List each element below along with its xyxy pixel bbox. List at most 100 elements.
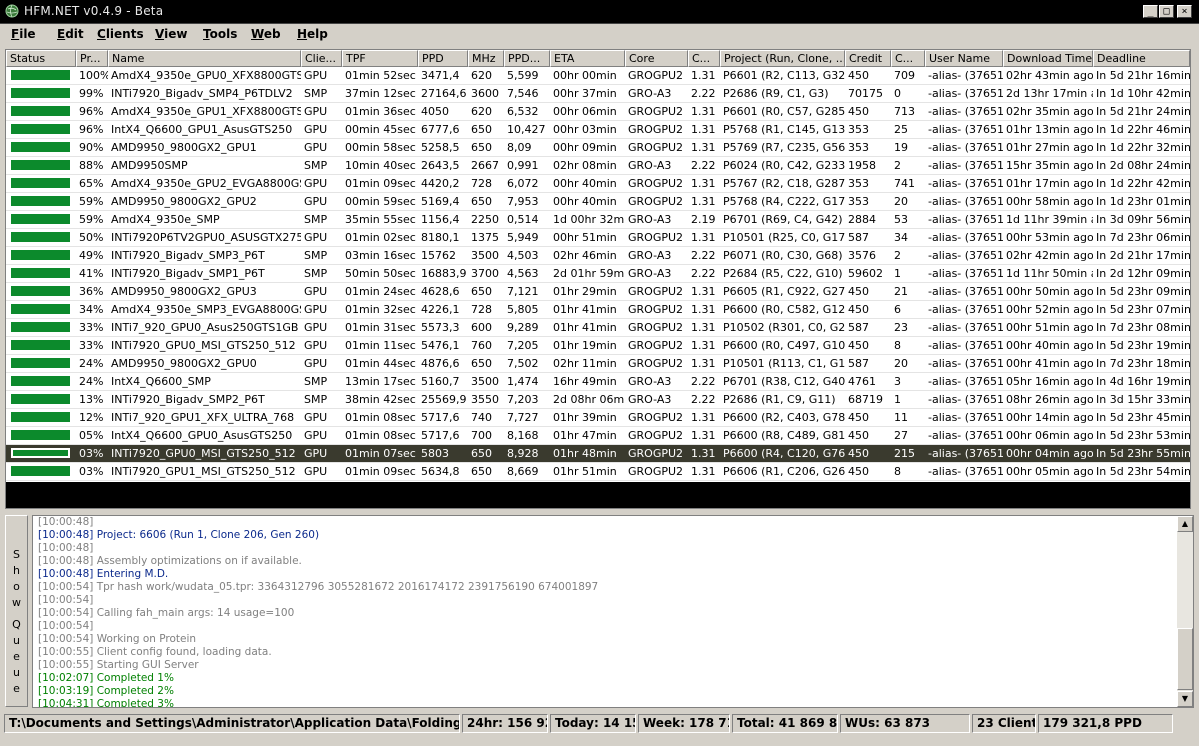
close-button[interactable]: ×	[1177, 5, 1192, 18]
cell-ppd: 5634,8	[421, 465, 460, 478]
column-header-eta[interactable]: ETA	[550, 50, 625, 67]
cell-tpf: 01min 09sec	[345, 465, 416, 478]
column-header-ppd-mhz[interactable]: PPD...	[504, 50, 550, 67]
column-header-user-name[interactable]: User Name	[925, 50, 1003, 67]
status-indicator	[11, 376, 70, 386]
log-scrollbar[interactable]: ▲ ▼	[1177, 516, 1193, 707]
column-header-status[interactable]: Status	[6, 50, 76, 67]
cell-core: GROGPU2	[628, 339, 684, 352]
log-panel[interactable]: [10:00:48] [10:00:48] Project: 6606 (Run …	[32, 515, 1194, 708]
cell-completed: 1	[894, 267, 901, 280]
column-header-client-type[interactable]: Clie...	[301, 50, 342, 67]
log-line: [10:00:55] Client config found, loading …	[38, 646, 272, 658]
status-cell	[6, 283, 76, 300]
column-header-completed[interactable]: C...	[891, 50, 925, 67]
cell-download-time: 00hr 51min ago	[1006, 321, 1093, 334]
column-header-name[interactable]: Name	[108, 50, 301, 67]
table-row[interactable]: 13% INTi7920_Bigadv_SMP2_P6T SMP 38min 42se…	[6, 391, 1190, 409]
table-row[interactable]: 96% AmdX4_9350e_GPU1_XFX8800GTS GPU 01min 3…	[6, 103, 1190, 121]
column-header-deadline[interactable]: Deadline	[1093, 50, 1190, 67]
menu-view[interactable]: View	[155, 27, 187, 41]
table-row[interactable]: 05% IntX4_Q6600_GPU0_AsusGTS250 GPU 01min 0…	[6, 427, 1190, 445]
table-row[interactable]: 65% AmdX4_9350e_GPU2_EVGA8800GS GPU 01min 0…	[6, 175, 1190, 193]
cell-progress: 36%	[79, 285, 104, 298]
cell-deadline: In 3d 15hr 33min	[1096, 393, 1190, 406]
cell-mhz: 3500	[471, 249, 499, 262]
table-row[interactable]: 24% AMD9950_9800GX2_GPU0 GPU 01min 44sec 487…	[6, 355, 1190, 373]
column-header-ppd[interactable]: PPD	[418, 50, 468, 67]
cell-eta: 01hr 39min	[553, 411, 617, 424]
column-header-core[interactable]: Core	[625, 50, 688, 67]
cell-eta: 1d 00hr 32min	[553, 213, 625, 226]
cell-project: P6600 (R2, C403, G78)	[723, 411, 845, 424]
table-row[interactable]: 50% INTi7920P6TV2GPU0_ASUSGTX275 GPU 01min …	[6, 229, 1190, 247]
scroll-up-arrow-icon[interactable]: ▲	[1177, 516, 1193, 532]
cell-name: AmdX4_9350e_GPU1_XFX8800GTS	[111, 105, 301, 118]
cell-ppd: 5476,1	[421, 339, 460, 352]
show-queue-letter: Q	[12, 618, 21, 631]
cell-credit: 3576	[848, 249, 876, 262]
column-header-mhz[interactable]: MHz	[468, 50, 504, 67]
cell-mhz: 740	[471, 411, 492, 424]
cell-ppd-mhz: 8,669	[507, 465, 539, 478]
column-header-core-version[interactable]: C...	[688, 50, 720, 67]
menu-clients[interactable]: Clients	[97, 27, 144, 41]
show-queue-button[interactable]: ShowQueue	[5, 515, 28, 707]
table-row[interactable]: 41% INTi7920_Bigadv_SMP1_P6T SMP 50min 50se…	[6, 265, 1190, 283]
table-row[interactable]: 59% AMD9950_9800GX2_GPU2 GPU 00min 59sec 516…	[6, 193, 1190, 211]
column-header-tpf[interactable]: TPF	[342, 50, 418, 67]
cell-ppd: 5573,3	[421, 321, 460, 334]
table-row[interactable]: 36% AMD9950_9800GX2_GPU3 GPU 01min 24sec 462…	[6, 283, 1190, 301]
cell-credit: 353	[848, 195, 869, 208]
table-row[interactable]: 90% AMD9950_9800GX2_GPU1 GPU 00min 58sec 525…	[6, 139, 1190, 157]
table-row[interactable]: 33% INTi7920_GPU0_MSI_GTS250_512 GPU 01min …	[6, 337, 1190, 355]
column-header-project[interactable]: Project (Run, Clone, ...	[720, 50, 845, 67]
table-row[interactable]: 88% AMD9950SMP SMP 10min 40sec 2643,5 2667 0,9…	[6, 157, 1190, 175]
cell-user-name: -alias- (37651)	[928, 177, 1003, 190]
cell-completed: 8	[894, 465, 901, 478]
menu-edit[interactable]: Edit	[57, 27, 84, 41]
scroll-down-arrow-icon[interactable]: ▼	[1177, 691, 1193, 707]
table-row[interactable]: 24% IntX4_Q6600_SMP SMP 13min 17sec 5160,7 35…	[6, 373, 1190, 391]
cell-user-name: -alias- (37651)	[928, 249, 1003, 262]
cell-credit: 353	[848, 177, 869, 190]
table-row[interactable]: 12% INTi7_920_GPU1_XFX_ULTRA_768 GPU 01min …	[6, 409, 1190, 427]
maximize-button[interactable]: □	[1159, 5, 1174, 18]
cell-core-version: 1.31	[691, 447, 716, 460]
scroll-thumb[interactable]	[1177, 628, 1193, 690]
column-header-download-time[interactable]: Download Time	[1003, 50, 1093, 67]
cell-tpf: 01min 24sec	[345, 285, 416, 298]
table-row[interactable]: 96% IntX4_Q6600_GPU1_AsusGTS250 GPU 00min 4…	[6, 121, 1190, 139]
menu-tools[interactable]: Tools	[203, 27, 237, 41]
table-row[interactable]: 34% AmdX4_9350e_SMP3_EVGA8800GS GPU 01min 3…	[6, 301, 1190, 319]
cell-deadline: In 5d 21hr 24min	[1096, 105, 1190, 118]
menu-web[interactable]: Web	[251, 27, 281, 41]
grid-empty-area	[6, 482, 1190, 508]
table-row[interactable]: 33% INTi7_920_GPU0_Asus250GTS1GB GPU 01min …	[6, 319, 1190, 337]
cell-download-time: 02hr 35min ago	[1006, 105, 1093, 118]
cell-user-name: -alias- (37651)	[928, 87, 1003, 100]
table-row[interactable]: 03% INTi7920_GPU1_MSI_GTS250_512 GPU 01min …	[6, 463, 1190, 481]
minimize-button[interactable]: _	[1143, 5, 1158, 18]
status-indicator	[11, 142, 70, 152]
column-header-credit[interactable]: Credit	[845, 50, 891, 67]
cell-mhz: 3700	[471, 267, 499, 280]
status-indicator	[11, 340, 70, 350]
app-globe-icon	[5, 4, 19, 18]
cell-download-time: 00hr 14min ago	[1006, 411, 1093, 424]
table-row[interactable]: 03% INTi7920_GPU0_MSI_GTS250_512 GPU 01min …	[6, 445, 1190, 463]
table-row[interactable]: 49% INTi7920_Bigadv_SMP3_P6T SMP 03min 16se…	[6, 247, 1190, 265]
table-row[interactable]: 99% INTi7920_Bigadv_SMP4_P6TDLV2 SMP 37min …	[6, 85, 1190, 103]
menu-file[interactable]: File	[11, 27, 36, 41]
log-line: [10:00:48] Assembly optimizations on if …	[38, 555, 302, 567]
cell-deadline: In 5d 21hr 16min	[1096, 69, 1190, 82]
cell-ppd-mhz: 8,928	[507, 447, 539, 460]
table-row[interactable]: 100% AmdX4_9350e_GPU0_XFX8800GTS GPU 01min …	[6, 67, 1190, 85]
column-header-progress[interactable]: Pr...	[76, 50, 108, 67]
cell-download-time: 00hr 52min ago	[1006, 303, 1093, 316]
table-row[interactable]: 59% AmdX4_9350e_SMP SMP 35min 55sec 1156,4 22…	[6, 211, 1190, 229]
menu-help[interactable]: Help	[297, 27, 328, 41]
cell-name: INTi7_920_GPU1_XFX_ULTRA_768	[111, 411, 295, 424]
cell-mhz: 728	[471, 177, 492, 190]
cell-deadline: In 1d 22hr 32min	[1096, 141, 1190, 154]
